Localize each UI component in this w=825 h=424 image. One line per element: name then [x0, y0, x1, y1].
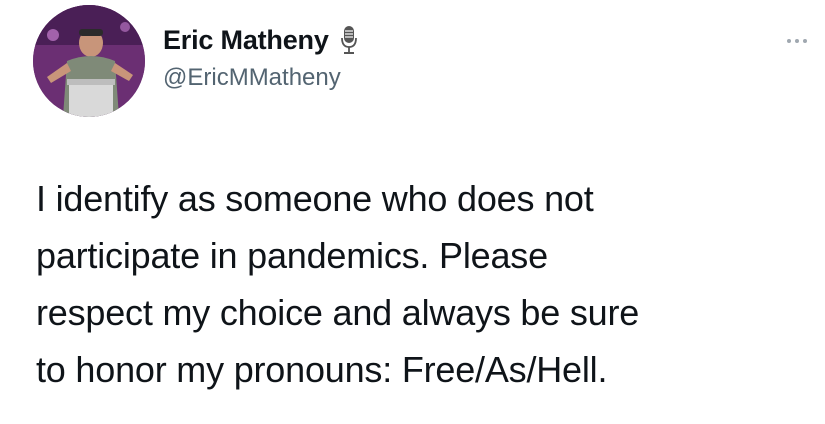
- microphone-icon: [339, 25, 359, 55]
- more-options-icon[interactable]: [786, 32, 808, 43]
- author-name-row: Eric Matheny: [163, 22, 359, 58]
- avatar[interactable]: [33, 5, 145, 117]
- avatar-image: [33, 5, 145, 117]
- tweet-card: Eric Matheny @EricMMatheny I identify as…: [0, 0, 825, 424]
- tweet-text: I identify as someone who does not parti…: [36, 178, 640, 390]
- author-display-name[interactable]: Eric Matheny: [163, 25, 329, 56]
- author-handle[interactable]: @EricMMatheny: [163, 64, 341, 92]
